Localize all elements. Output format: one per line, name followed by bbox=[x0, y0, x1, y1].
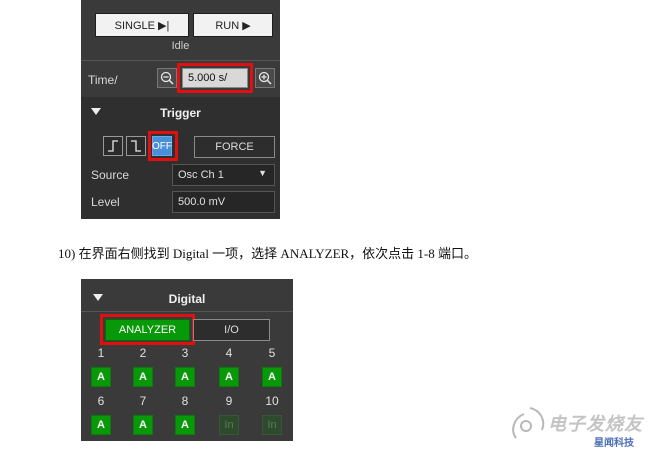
channel-10-button[interactable]: In bbox=[262, 415, 282, 435]
zoom-out-button[interactable] bbox=[157, 68, 177, 88]
run-button-label: RUN ▶ bbox=[215, 19, 251, 32]
digital-panel: Digital ANALYZER I/O 1 2 3 4 5 A A A A A… bbox=[81, 279, 293, 441]
channel-4-button[interactable]: A bbox=[219, 367, 239, 387]
run-button[interactable]: RUN ▶ bbox=[193, 13, 273, 37]
channel-number: 7 bbox=[139, 394, 147, 408]
highlight-box-off bbox=[148, 131, 178, 161]
divider bbox=[81, 60, 280, 61]
rising-edge-button[interactable] bbox=[103, 136, 123, 156]
source-label: Source bbox=[91, 168, 130, 182]
zoom-in-button[interactable] bbox=[255, 68, 275, 88]
divider bbox=[81, 311, 293, 312]
single-button-label: SINGLE ▶| bbox=[114, 19, 170, 32]
zoom-out-icon bbox=[160, 71, 174, 85]
io-mode-label: I/O bbox=[224, 324, 239, 336]
channel-number: 9 bbox=[225, 394, 233, 408]
force-button-label: FORCE bbox=[215, 141, 254, 153]
channel-number: 1 bbox=[97, 346, 105, 360]
channel-7-button[interactable]: A bbox=[133, 415, 153, 435]
falling-edge-button[interactable] bbox=[126, 136, 146, 156]
channel-number: 8 bbox=[181, 394, 189, 408]
channel-5-button[interactable]: A bbox=[262, 367, 282, 387]
rising-edge-icon bbox=[108, 140, 118, 152]
channel-2-button[interactable]: A bbox=[133, 367, 153, 387]
watermark-brand: 电子发烧友 bbox=[548, 414, 643, 434]
chevron-down-icon: ▼ bbox=[258, 168, 267, 178]
channel-6-button[interactable]: A bbox=[91, 415, 111, 435]
oscilloscope-panel: SINGLE ▶| RUN ▶ Idle Time/ 5.000 s/ Trig… bbox=[81, 0, 280, 219]
channel-number: 10 bbox=[265, 394, 279, 408]
trigger-level-value: 500.0 mV bbox=[178, 196, 226, 208]
source-select[interactable]: Osc Ch 1 ▼ bbox=[172, 164, 275, 186]
io-mode-button[interactable]: I/O bbox=[193, 319, 270, 341]
channel-number: 6 bbox=[97, 394, 105, 408]
acquisition-status: Idle bbox=[171, 40, 190, 52]
channel-9-button[interactable]: In bbox=[219, 415, 239, 435]
trigger-level-input[interactable]: 500.0 mV bbox=[172, 191, 275, 213]
channel-number: 4 bbox=[225, 346, 233, 360]
watermark-logo-icon bbox=[512, 407, 545, 439]
zoom-in-icon bbox=[258, 71, 272, 85]
channel-3-button[interactable]: A bbox=[175, 367, 195, 387]
level-label: Level bbox=[91, 195, 120, 209]
watermark-sub: 星闻科技 bbox=[594, 438, 634, 449]
channel-number: 3 bbox=[181, 346, 189, 360]
time-label: Time/ bbox=[88, 73, 118, 87]
channel-8-button[interactable]: A bbox=[175, 415, 195, 435]
falling-edge-icon bbox=[131, 140, 141, 152]
force-button[interactable]: FORCE bbox=[194, 136, 275, 158]
channel-1-button[interactable]: A bbox=[91, 367, 111, 387]
channel-number: 5 bbox=[268, 346, 276, 360]
channel-number: 2 bbox=[139, 346, 147, 360]
highlight-box-analyzer bbox=[100, 314, 195, 345]
source-value: Osc Ch 1 bbox=[178, 169, 224, 181]
single-button[interactable]: SINGLE ▶| bbox=[95, 13, 189, 37]
highlight-box-time bbox=[177, 63, 253, 93]
trigger-title: Trigger bbox=[160, 106, 201, 120]
digital-title: Digital bbox=[168, 292, 206, 306]
instruction-text: 10) 在界面右侧找到 Digital 一项，选择 ANALYZER，依次点击 … bbox=[58, 246, 478, 261]
